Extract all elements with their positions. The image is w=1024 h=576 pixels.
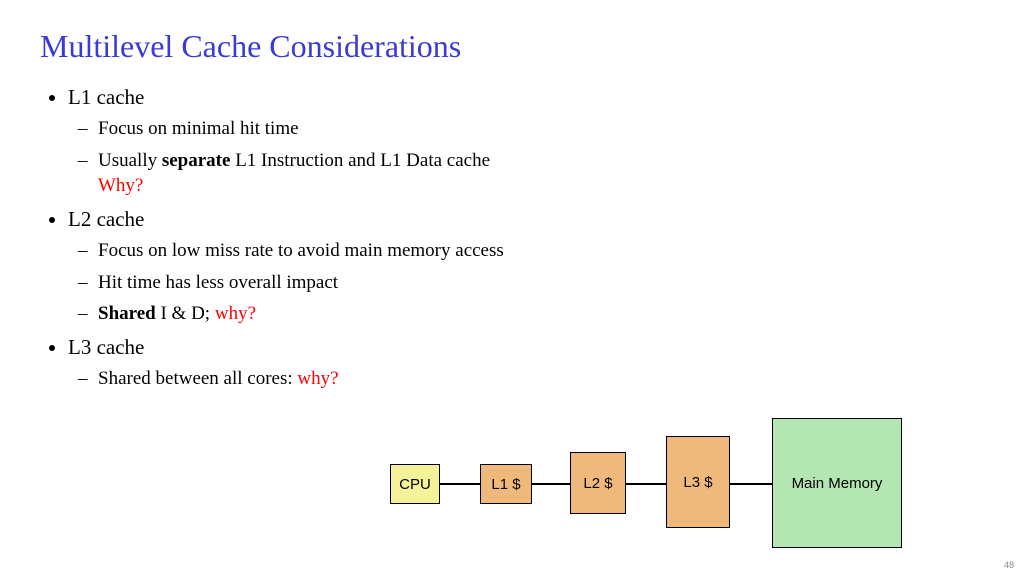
l2-sub1: Focus on low miss rate to avoid main mem… <box>98 238 984 264</box>
l1-sub2-c: L1 Instruction and L1 Data cache <box>230 150 490 171</box>
l3-sub1-a: Shared between all cores: <box>98 368 297 389</box>
box-main-memory: Main Memory <box>772 418 902 548</box>
page-number: 48 <box>1004 560 1014 570</box>
l1-sub1: Focus on minimal hit time <box>98 116 984 142</box>
bullet-l3-head: L3 cache <box>68 335 144 359</box>
l1-sub2-a: Usually <box>98 150 162 171</box>
wire-l1-l2 <box>532 483 570 485</box>
bullet-l1-head: L1 cache <box>68 85 144 109</box>
bullet-l2-head: L2 cache <box>68 207 144 231</box>
bullet-l2-sub: Focus on low miss rate to avoid main mem… <box>68 238 984 327</box>
l1-sub2-b: separate <box>162 150 231 171</box>
bullet-l3-sub: Shared between all cores: why? <box>68 366 984 392</box>
l2-sub2: Hit time has less overall impact <box>98 270 984 296</box>
wire-cpu-l1 <box>440 483 480 485</box>
bullet-l1-sub: Focus on minimal hit time Usually separa… <box>68 116 984 199</box>
slide: Multilevel Cache Considerations L1 cache… <box>0 0 1024 391</box>
bullet-l1: L1 cache Focus on minimal hit time Usual… <box>68 85 984 199</box>
box-l1: L1 $ <box>480 464 532 504</box>
l3-sub1-why: why? <box>297 368 338 389</box>
wire-l3-mm <box>730 483 772 485</box>
box-cpu: CPU <box>390 464 440 504</box>
box-l3: L3 $ <box>666 436 730 528</box>
bullet-l2: L2 cache Focus on low miss rate to avoid… <box>68 207 984 327</box>
wire-l2-l3 <box>626 483 666 485</box>
l2-sub3-b: I & D; <box>156 303 215 324</box>
l1-sub2-why: Why? <box>98 175 143 196</box>
bullet-l3: L3 cache Shared between all cores: why? <box>68 335 984 392</box>
l2-sub3: Shared I & D; why? <box>98 301 984 327</box>
l2-sub3-why: why? <box>215 303 256 324</box>
slide-title: Multilevel Cache Considerations <box>40 28 984 65</box>
bullet-list: L1 cache Focus on minimal hit time Usual… <box>40 85 984 391</box>
box-l2: L2 $ <box>570 452 626 514</box>
memory-hierarchy-diagram: CPU L1 $ L2 $ L3 $ Main Memory <box>390 418 1020 558</box>
l3-sub1: Shared between all cores: why? <box>98 366 984 392</box>
l2-sub3-a: Shared <box>98 303 156 324</box>
l1-sub2: Usually separate L1 Instruction and L1 D… <box>98 148 984 199</box>
